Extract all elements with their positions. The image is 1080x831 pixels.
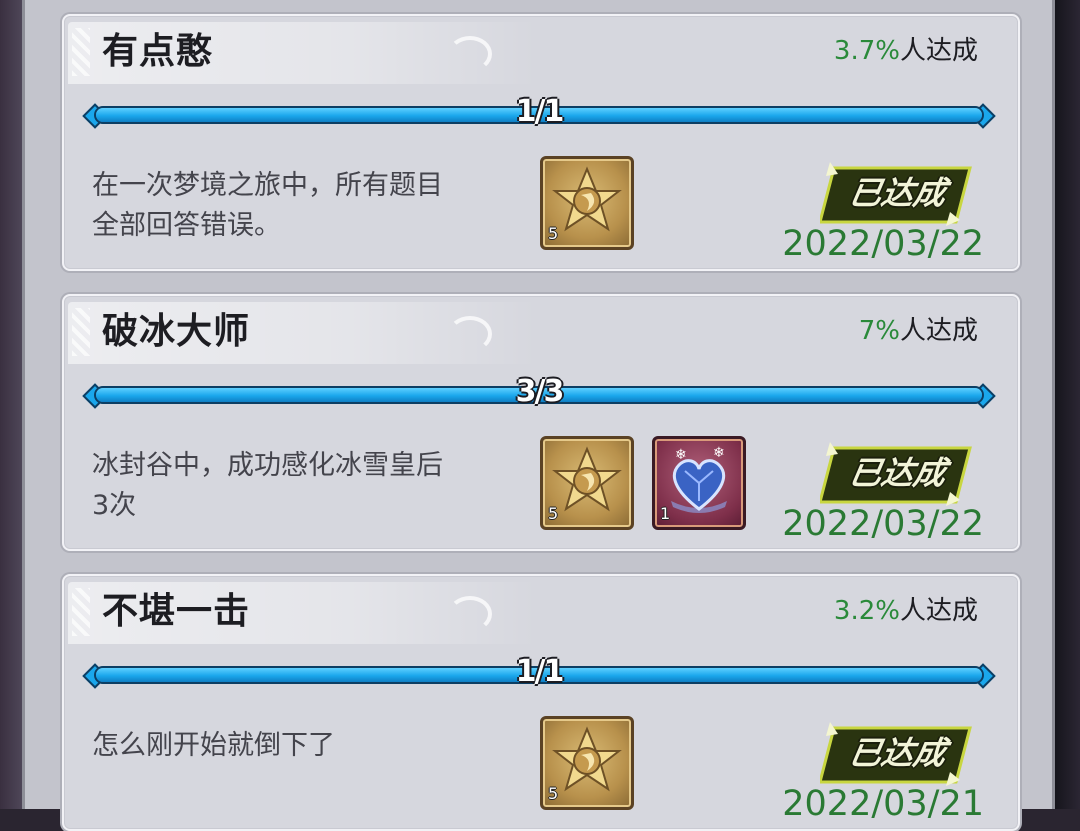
achievement-card[interactable]: 有点憨 3.7%人达成 1/1 在一次梦境之旅中，所有题目 全部回答错误。 5 … — [62, 14, 1020, 271]
reward-item[interactable]: 5 — [540, 436, 634, 530]
completion-date: 2022/03/22 — [782, 504, 984, 544]
achievement-description: 在一次梦境之旅中，所有题目 全部回答错误。 — [92, 170, 443, 241]
achievement-card[interactable]: 破冰大师 7%人达成 3/3 冰封谷中，成功感化冰雪皇后 3次 5 ❄ ❄ 1 — [62, 294, 1020, 551]
reward-item[interactable]: 5 — [540, 716, 634, 810]
completed-badge: 已达成 — [818, 162, 976, 226]
progress-text: 3/3 — [515, 374, 565, 409]
completion-rate: 3.2%人达成 — [833, 596, 978, 626]
progress-bar: 1/1 — [82, 94, 996, 129]
achievement-description: 冰封谷中，成功感化冰雪皇后 3次 — [92, 450, 443, 521]
scrollbar-track[interactable] — [1055, 0, 1080, 809]
progress-text: 1/1 — [515, 94, 565, 129]
achievement-description: 怎么刚开始就倒下了 — [92, 730, 335, 761]
completion-date: 2022/03/22 — [782, 224, 984, 264]
reward-item[interactable]: 5 — [540, 156, 634, 250]
reward-quantity: 1 — [660, 504, 671, 523]
progress-text: 1/1 — [515, 654, 565, 689]
completed-badge: 已达成 — [818, 442, 976, 506]
completion-rate: 7%人达成 — [858, 316, 978, 346]
progress-bar: 1/1 — [82, 654, 996, 689]
achievement-card[interactable]: 不堪一击 3.2%人达成 1/1 怎么刚开始就倒下了 5 已达成 2022/03… — [62, 574, 1020, 831]
reward-quantity: 5 — [548, 784, 559, 803]
swirl-ornament-icon — [448, 316, 492, 352]
reward-quantity: 5 — [548, 224, 559, 243]
left-backdrop — [0, 0, 22, 809]
swirl-ornament-icon — [448, 36, 492, 72]
completed-badge: 已达成 — [818, 722, 976, 786]
svg-text:❄: ❄ — [713, 445, 725, 461]
svg-text:❄: ❄ — [675, 447, 687, 463]
reward-item[interactable]: ❄ ❄ 1 — [652, 436, 746, 530]
swirl-ornament-icon — [448, 596, 492, 632]
progress-bar: 3/3 — [82, 374, 996, 409]
achievement-title: 破冰大师 — [102, 311, 251, 352]
reward-quantity: 5 — [548, 504, 559, 523]
achievement-title: 有点憨 — [102, 31, 214, 72]
achievement-title: 不堪一击 — [102, 591, 251, 632]
completion-date: 2022/03/21 — [782, 784, 984, 824]
completion-rate: 3.7%人达成 — [833, 36, 978, 66]
